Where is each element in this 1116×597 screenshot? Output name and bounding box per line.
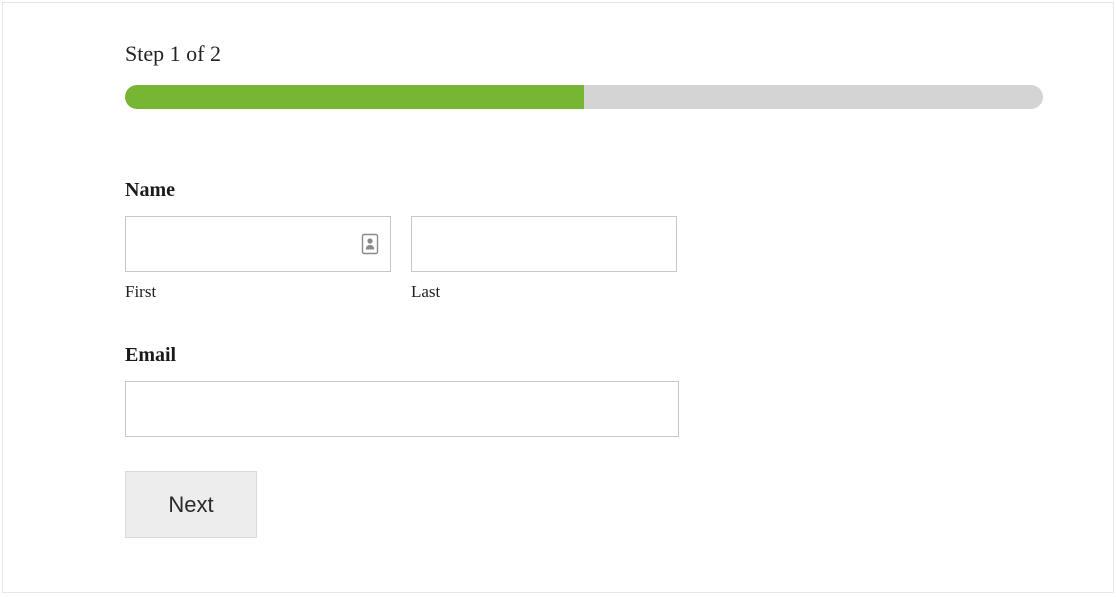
- last-sublabel: Last: [411, 282, 677, 302]
- first-name-input[interactable]: [125, 216, 391, 272]
- name-label: Name: [125, 179, 1043, 202]
- name-row: First Last: [125, 216, 1043, 302]
- step-label: Step 1 of 2: [125, 41, 1043, 67]
- email-field: Email: [125, 344, 1043, 437]
- next-button[interactable]: Next: [125, 471, 257, 538]
- email-input[interactable]: [125, 381, 679, 437]
- progress-bar: [125, 85, 1043, 109]
- progress-fill: [125, 85, 584, 109]
- first-sublabel: First: [125, 282, 391, 302]
- first-name-field: First: [125, 216, 391, 302]
- email-label: Email: [125, 344, 1043, 367]
- form-container: Step 1 of 2 Name First Last Em: [2, 2, 1114, 593]
- last-name-input[interactable]: [411, 216, 677, 272]
- last-name-field: Last: [411, 216, 677, 302]
